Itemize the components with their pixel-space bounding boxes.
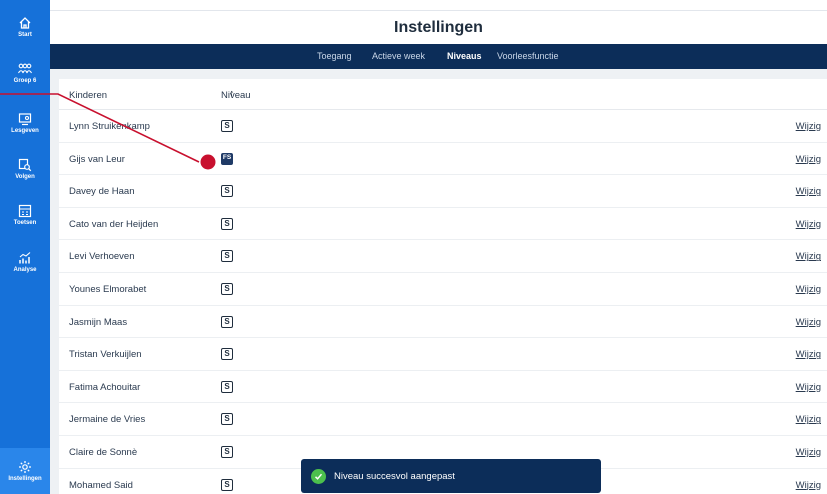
sidebar-item-lesgeven[interactable]: Lesgeven (0, 112, 50, 134)
edit-link[interactable]: Wijzig (796, 154, 821, 165)
edit-link[interactable]: Wijzig (796, 317, 821, 328)
success-toast: Niveau succesvol aangepast (301, 459, 601, 493)
edit-link[interactable]: Wijzig (796, 219, 821, 230)
sidebar-item-label: Analyse (13, 267, 37, 273)
level-badge: S (221, 380, 233, 393)
app-window: Start Groep 6 Lesgeven Volgen Toetsen An… (0, 0, 827, 494)
tab-toegang[interactable]: Toegang (317, 51, 352, 61)
column-header-children[interactable]: Kinderen (69, 90, 107, 101)
sidebar-item-label: Instellingen (8, 476, 42, 482)
test-icon (18, 204, 32, 218)
level-badge: S (221, 250, 233, 263)
page-header: Instellingen (50, 10, 827, 44)
edit-link[interactable]: Wijzig (796, 251, 821, 262)
sidebar-item-label: Volgen (15, 174, 35, 180)
level-badge: S (221, 413, 233, 426)
main-content: Kinderen Niveau ↑ Lynn Struikenkamp S Wijz… (50, 69, 827, 494)
level-badge: S (221, 283, 233, 295)
child-name: Tristan Verkuijlen (69, 349, 142, 361)
toast-message: Niveau succesvol aangepast (334, 470, 455, 482)
edit-link[interactable]: Wijzig (796, 480, 821, 491)
table-row: Gijs van Leur FS Wijzig (59, 143, 827, 176)
level-badge: S (221, 120, 233, 132)
edit-link[interactable]: Wijzig (796, 414, 821, 425)
sidebar-item-instellingen[interactable]: Instellingen (0, 448, 50, 494)
column-header-level[interactable]: Niveau (221, 90, 251, 101)
table-row: Davey de Haan S Wijzig (59, 175, 827, 208)
analysis-icon (19, 252, 31, 264)
tab-niveaus[interactable]: Niveaus (447, 51, 482, 61)
settings-tabbar: Toegang Actieve week Niveaus Voorleesfun… (50, 44, 827, 69)
child-name: Cato van der Heijden (69, 218, 159, 230)
gear-icon (19, 461, 31, 473)
table-row: Jasmijn Maas S Wijzig (59, 306, 827, 339)
edit-link[interactable]: Wijzig (796, 186, 821, 197)
sidebar-item-toetsen[interactable]: Toetsen (0, 204, 50, 226)
level-badge: S (221, 315, 233, 328)
tab-actieve-week[interactable]: Actieve week (372, 51, 425, 61)
table-row: Tristan Verkuijlen S Wijzig (59, 338, 827, 371)
sidebar-item-label: Toetsen (13, 220, 37, 226)
table-row: Lynn Struikenkamp S Wijzig (59, 110, 827, 143)
level-badge: S (221, 185, 233, 198)
child-name: Davey de Haan (69, 186, 135, 198)
page-title: Instellingen (394, 18, 483, 36)
sidebar-item-label: Start (18, 32, 32, 38)
check-icon (311, 468, 326, 484)
level-badge: S (221, 348, 233, 361)
child-name: Gijs van Leur (69, 153, 125, 165)
edit-link[interactable]: Wijzig (796, 447, 821, 458)
child-name: Mohamed Said (69, 479, 133, 491)
sidebar-item-group[interactable]: Groep 6 (0, 62, 50, 84)
sidebar-item-start[interactable]: Start (0, 16, 50, 38)
child-name: Jasmijn Maas (69, 316, 128, 328)
sidebar-item-label: Lesgeven (11, 128, 39, 134)
teach-icon (18, 113, 32, 126)
arrow-up-icon[interactable]: ↑ (229, 88, 235, 100)
table-row: Jermaine de Vries S Wijzig (59, 403, 827, 436)
child-name: Jermaine de Vries (69, 414, 146, 426)
table-row: Fatima Achouitar S Wijzig (59, 371, 827, 404)
child-name: Levi Verhoeven (69, 251, 135, 263)
track-icon (18, 158, 32, 172)
child-name: Younes Elmorabet (69, 284, 147, 295)
group-icon (18, 63, 32, 74)
table-row: Younes Elmorabet S Wijzig (59, 273, 827, 306)
level-badge: S (221, 446, 233, 458)
level-badge: S (221, 217, 233, 230)
edit-link[interactable]: Wijzig (796, 284, 821, 295)
tab-voorleesfunctie[interactable]: Voorleesfunctie (497, 51, 559, 61)
edit-link[interactable]: Wijzig (796, 382, 821, 393)
child-name: Claire de Sonnè (69, 447, 138, 458)
sidebar-item-analyse[interactable]: Analyse (0, 251, 50, 273)
home-icon (19, 17, 31, 29)
level-badge: S (221, 478, 233, 491)
table-row: Levi Verhoeven S Wijzig (59, 240, 827, 273)
child-name: Fatima Achouitar (69, 381, 141, 393)
sidebar-item-volgen[interactable]: Volgen (0, 158, 50, 180)
child-name: Lynn Struikenkamp (69, 121, 150, 132)
levels-table: Kinderen Niveau ↑ Lynn Struikenkamp S Wijz… (59, 79, 827, 494)
table-row: Cato van der Heijden S Wijzig (59, 208, 827, 241)
edit-link[interactable]: Wijzig (796, 121, 821, 132)
sidebar: Start Groep 6 Lesgeven Volgen Toetsen An… (0, 0, 50, 494)
level-badge: FS (221, 152, 233, 165)
sidebar-item-label: Groep 6 (13, 78, 37, 84)
edit-link[interactable]: Wijzig (796, 349, 821, 360)
